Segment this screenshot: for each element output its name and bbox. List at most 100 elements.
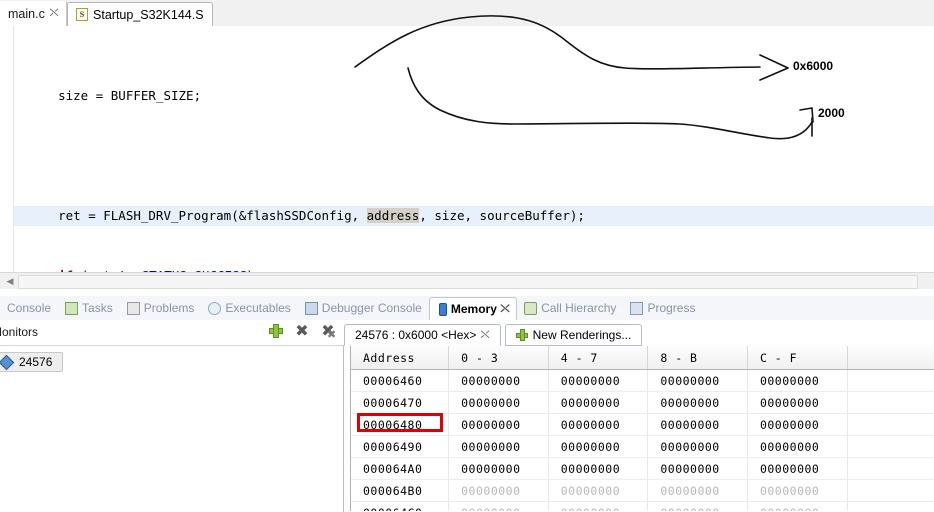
x-icon[interactable]: ✖ (294, 323, 310, 339)
column-header-address[interactable]: Address (351, 346, 450, 370)
list-item[interactable]: 24576 (0, 352, 64, 372)
cell-word: 00000000 (548, 457, 649, 480)
table-row[interactable]: 000064B0 00000000 00000000 00000000 0000… (351, 479, 934, 502)
assembly-file-icon: S (76, 8, 89, 21)
monitors-list[interactable]: 24576 (0, 345, 344, 512)
cell-word: 00000000 (448, 435, 549, 458)
cell-empty (847, 457, 934, 480)
monitors-header: Monitors ✖ ✖✖ (0, 320, 344, 345)
cell-empty (847, 501, 934, 511)
cell-word: 00000000 (448, 369, 549, 392)
table-header-row: Address 0 - 3 4 - 7 8 - B C - F (351, 346, 934, 370)
view-tab-label: Console (7, 301, 52, 315)
view-tab-label: Debugger Console (321, 301, 422, 315)
debugger-console-icon (304, 301, 318, 315)
annotation-2000: 2000 (818, 106, 845, 120)
table-row-highlighted[interactable]: 00006480 00000000 00000000 00000000 0000… (351, 413, 934, 436)
editor-horizontal-scrollbar[interactable]: ◀ (0, 272, 934, 289)
code-line-flash-drv-program: ret = FLASH_DRV_Program(&flashSSDConfig,… (14, 206, 934, 226)
cell-word: 00000000 (747, 391, 848, 414)
editor-tab-label: main.c (8, 6, 45, 21)
cell-word: 00000000 (747, 369, 848, 392)
editor-tab-main-c[interactable]: main.c ⛌ (0, 1, 68, 26)
view-tab-label: Problems (143, 301, 195, 315)
editor-tab-startup-s32k144-s[interactable]: S Startup_S32K144.S (67, 2, 213, 27)
problems-icon (126, 301, 140, 315)
tab-memory[interactable]: Memory ⛌ (428, 296, 518, 321)
cell-empty (847, 369, 934, 392)
cell-address: 00006470 (351, 391, 450, 414)
red-highlight-box (357, 413, 443, 432)
column-header-c-f[interactable]: C - F (747, 346, 848, 370)
cell-word: 00000000 (747, 435, 848, 458)
rendering-tab-label: 24576 : 0x6000 <Hex> (355, 328, 477, 342)
cell-word: 00000000 (647, 501, 748, 511)
cell-word: 00000000 (647, 457, 748, 480)
rendering-tab-bar: 24576 : 0x6000 <Hex> ⛌ New Renderings... (344, 323, 643, 346)
cell-word: 00000000 (548, 435, 649, 458)
annotation-0x6000: 0x6000 (793, 59, 834, 73)
editor-tab-label: Startup_S32K144.S (93, 7, 204, 22)
remove-all-icon[interactable]: ✖ ✖ (320, 323, 336, 342)
column-header-empty[interactable] (847, 346, 934, 370)
cell-word: 00000000 (747, 457, 848, 480)
memory-icon (438, 302, 447, 316)
cell-word: 00000000 (548, 501, 649, 511)
tab-progress[interactable]: Progress (623, 297, 702, 319)
column-header-4-7[interactable]: 4 - 7 (548, 346, 649, 370)
bottom-view-tab-bar: Console Tasks Problems Executables Debug… (0, 296, 934, 321)
new-renderings-tab[interactable]: New Renderings... (504, 324, 643, 346)
memory-table: Address 0 - 3 4 - 7 8 - B C - F 00006460… (351, 346, 934, 511)
cell-word: 00000000 (647, 413, 748, 436)
tab-tasks[interactable]: Tasks (58, 297, 120, 319)
rendering-tab-hex[interactable]: 24576 : 0x6000 <Hex> ⛌ (344, 324, 501, 346)
plus-icon (515, 329, 528, 341)
monitor-label: 24576 (19, 355, 53, 369)
close-icon[interactable]: ⛌ (481, 329, 490, 341)
scroll-left-icon[interactable]: ◀ (3, 274, 17, 288)
view-tab-label: Tasks (82, 301, 113, 315)
memory-rendering-pane: 24576 : 0x6000 <Hex> ⛌ New Renderings...… (344, 320, 934, 511)
cell-empty (847, 391, 934, 414)
code-line: size = BUFFER_SIZE; (28, 88, 202, 103)
editor-tab-bar: main.c ⛌ S Startup_S32K144.S (0, 0, 934, 27)
cell-address: 00006490 (351, 435, 450, 458)
tab-call-hierarchy[interactable]: Call Hierarchy (517, 297, 623, 319)
column-header-8-b[interactable]: 8 - B (647, 346, 748, 370)
monitors-title: Monitors (0, 325, 39, 339)
tab-problems[interactable]: Problems (120, 297, 202, 319)
cell-word: 00000000 (647, 391, 748, 414)
table-row[interactable]: 00006470 00000000 00000000 00000000 0000… (351, 391, 934, 414)
cell-empty (847, 479, 934, 502)
editor-gutter[interactable] (0, 26, 14, 272)
view-tab-label: Memory (450, 302, 497, 316)
column-header-0-3[interactable]: 0 - 3 (448, 346, 549, 370)
table-row[interactable]: 000064C0 00000000 00000000 00000000 0000… (351, 501, 934, 511)
plus-icon[interactable] (268, 323, 284, 339)
tab-console[interactable]: Console (0, 297, 58, 319)
cell-address: 000064C0 (351, 501, 450, 511)
table-row[interactable]: 00006490 00000000 00000000 00000000 0000… (351, 435, 934, 458)
table-row[interactable]: 000064A0 00000000 00000000 00000000 0000… (351, 457, 934, 480)
view-tab-label: Progress (647, 301, 696, 315)
cell-word: 00000000 (747, 501, 848, 511)
executables-icon (208, 301, 222, 315)
cell-empty (847, 413, 934, 436)
cell-word: 00000000 (647, 369, 748, 392)
close-icon[interactable]: ⛌ (500, 303, 509, 315)
cell-word: 00000000 (548, 391, 649, 414)
tab-executables[interactable]: Executables (201, 297, 297, 319)
tasks-icon (65, 301, 79, 315)
cell-address: 000064B0 (351, 479, 450, 502)
cell-word: 00000000 (747, 479, 848, 502)
cell-address-highlighted: 00006480 (351, 413, 450, 436)
tab-debugger-console[interactable]: Debugger Console (298, 297, 429, 319)
rendering-tab-label: New Renderings... (532, 328, 632, 342)
close-icon[interactable]: ⛌ (49, 8, 58, 19)
memory-table-container[interactable]: Address 0 - 3 4 - 7 8 - B C - F 00006460… (350, 346, 934, 511)
scrollbar-thumb[interactable] (18, 275, 918, 289)
cell-address: 00006460 (351, 369, 450, 392)
cell-empty (847, 435, 934, 458)
table-row[interactable]: 00006460 00000000 00000000 00000000 0000… (351, 369, 934, 392)
